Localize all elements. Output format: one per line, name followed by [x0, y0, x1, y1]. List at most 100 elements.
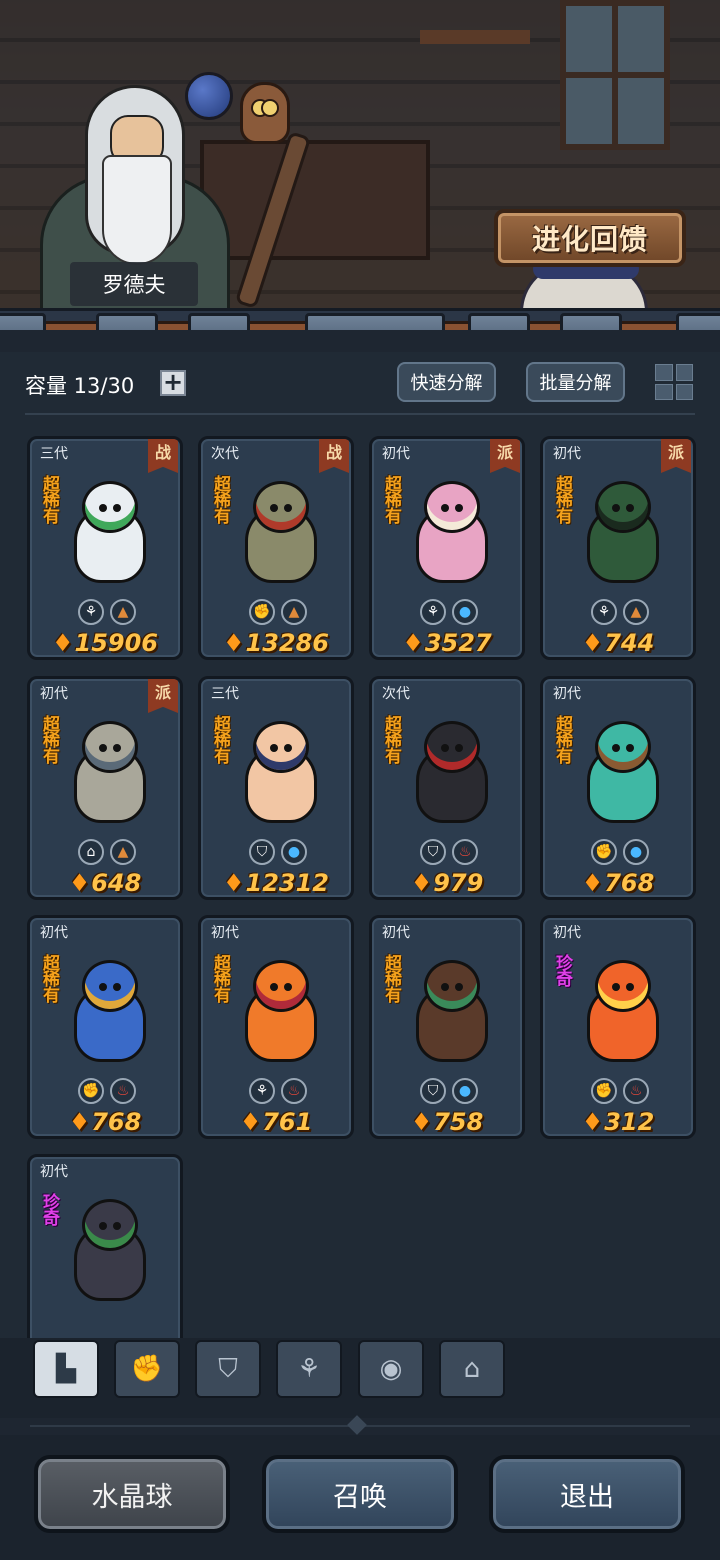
spirit-icon: ◉	[379, 1354, 403, 1384]
power-value: ♦979	[372, 869, 522, 897]
power-flame-icon: ♦	[581, 629, 604, 657]
monster-portrait	[402, 481, 502, 591]
power-number: 761	[262, 1108, 313, 1136]
filter-tab-spirit-icon[interactable]: ◉	[358, 1340, 424, 1398]
earth-icon: ▲	[623, 599, 649, 625]
filter-tab-all-blocks-icon[interactable]: ▙	[33, 1340, 99, 1398]
summon-button[interactable]: 召唤	[262, 1455, 458, 1533]
monster-portrait	[573, 481, 673, 591]
power-value: ♦12312	[201, 869, 351, 897]
monster-portrait	[60, 481, 160, 591]
crystal-ball-button[interactable]: 水晶球	[34, 1455, 230, 1533]
water-icon: ●	[623, 839, 649, 865]
filter-tab-sprout-icon[interactable]: ⚘	[276, 1340, 342, 1398]
trait-icons: ⚘ ▲	[587, 599, 653, 625]
generation-label: 初代	[553, 686, 581, 702]
power-value: ♦3527	[372, 629, 522, 657]
power-number: 979	[433, 869, 484, 897]
power-flame-icon: ♦	[222, 869, 245, 897]
generation-label: 初代	[40, 1164, 68, 1180]
monster-card[interactable]: 三代战超稀有 ⚘ ▲ ♦15906	[27, 436, 183, 660]
monster-inventory-screen: 罗德夫 进化回馈 容量 13/30 + 快速分解 批量分解 三代战超稀有 ⚘ ▲ ♦1…	[0, 0, 720, 1560]
power-value: ♦758	[372, 1108, 522, 1136]
rarity-tag: 超稀有	[210, 954, 230, 1002]
sprout-icon: ⚘	[249, 1078, 275, 1104]
monster-card[interactable]: 初代 超稀有 ⛉ ● ♦758	[369, 915, 525, 1139]
evolution-reward-button[interactable]: 进化回馈	[494, 209, 686, 267]
power-flame-icon: ♦	[68, 869, 91, 897]
monster-card[interactable]: 次代 超稀有 ⛉ ♨ ♦979	[369, 676, 525, 900]
filter-tab-shield-icon[interactable]: ⛉	[195, 1340, 261, 1398]
monster-card[interactable]: 初代 珍奇 ✊ ♨ ♦312	[540, 915, 696, 1139]
monster-portrait	[60, 721, 160, 831]
monster-card[interactable]: 初代 派超稀有 ⚘ ● ♦3527	[369, 436, 525, 660]
power-value: ♦15906	[30, 629, 180, 657]
monster-portrait	[573, 721, 673, 831]
water-icon: ●	[281, 839, 307, 865]
power-number: 648	[91, 869, 142, 897]
earth-icon: ▲	[281, 599, 307, 625]
power-value: ♦768	[30, 1108, 180, 1136]
fist-icon: ✊	[130, 1354, 164, 1384]
evolution-reward-label: 进化回馈	[531, 223, 648, 256]
trait-icons: ⚘ ●	[416, 599, 482, 625]
generation-label: 初代	[553, 446, 581, 462]
power-flame-icon: ♦	[51, 629, 74, 657]
power-number: 3527	[424, 629, 492, 657]
trait-icons: ⛉ ●	[245, 839, 311, 865]
window-illustration	[560, 0, 670, 150]
owl-illustration	[240, 82, 290, 144]
fist-icon: ✊	[249, 599, 275, 625]
trait-icons: ⚘ ♨	[245, 1078, 311, 1104]
monster-card[interactable]: 初代 派超稀有 ⌂ ▲ ♦648	[27, 676, 183, 900]
sprout-icon: ⚘	[297, 1354, 321, 1384]
sprout-icon: ⚘	[78, 599, 104, 625]
power-flame-icon: ♦	[581, 869, 604, 897]
monster-card[interactable]: 次代战超稀有 ✊ ▲ ♦13286	[198, 436, 354, 660]
generation-label: 初代	[382, 446, 410, 462]
power-flame-icon: ♦	[402, 629, 424, 657]
power-value: ♦761	[201, 1108, 351, 1136]
monster-card[interactable]: 三代 超稀有 ⛉ ● ♦12312	[198, 676, 354, 900]
shield-icon: ⛉	[420, 839, 446, 865]
filter-tab-tower-icon[interactable]: ⌂	[439, 1340, 505, 1398]
monster-portrait	[573, 960, 673, 1070]
sprout-icon: ⚘	[420, 599, 446, 625]
shield-icon: ⛉	[420, 1078, 446, 1104]
filter-tab-fist-icon[interactable]: ✊	[114, 1340, 180, 1398]
rarity-tag: 超稀有	[39, 475, 59, 523]
bottom-action-bar: 水晶球 召唤 退出	[0, 1435, 720, 1560]
monster-portrait	[60, 1199, 160, 1309]
fire-icon: ♨	[110, 1078, 136, 1104]
power-flame-icon: ♦	[581, 1108, 604, 1136]
rarity-tag: 超稀有	[210, 475, 230, 523]
monster-card[interactable]: 初代超稀有 ⚘ ♨ ♦761	[198, 915, 354, 1139]
monster-card[interactable]: 初代 超稀有 ✊ ♨ ♦768	[27, 915, 183, 1139]
power-value: ♦648	[30, 869, 180, 897]
tower-icon: ⌂	[78, 839, 104, 865]
trait-icons: ⌂ ▲	[74, 839, 140, 865]
power-number: 768	[604, 869, 655, 897]
power-value: ♦744	[543, 629, 693, 657]
generation-label: 初代	[382, 925, 410, 941]
power-value: ♦768	[543, 869, 693, 897]
monster-card[interactable]: 初代 派超稀有 ⚘ ▲ ♦744	[540, 436, 696, 660]
monster-card[interactable]: 初代 超稀有 ✊ ● ♦768	[540, 676, 696, 900]
exit-button[interactable]: 退出	[489, 1455, 685, 1533]
role-badge: 战	[319, 439, 349, 473]
monster-card[interactable]: 初代 珍奇	[27, 1154, 183, 1338]
power-number: 768	[91, 1108, 142, 1136]
element-filter-tabs: ▙ ✊ ⛉ ⚘ ◉ ⌂	[0, 1338, 720, 1418]
rarity-tag: 珍奇	[39, 1193, 59, 1225]
generation-label: 初代	[211, 925, 239, 941]
power-number: 12312	[245, 869, 330, 897]
role-badge: 派	[148, 679, 178, 713]
power-flame-icon: ♦	[222, 629, 245, 657]
all-blocks-icon: ▙	[56, 1354, 76, 1384]
fire-icon: ♨	[452, 839, 478, 865]
monster-portrait	[231, 481, 331, 591]
fist-icon: ✊	[78, 1078, 104, 1104]
study-room-scene: 罗德夫 进化回馈	[0, 0, 720, 330]
earth-icon: ▲	[110, 599, 136, 625]
rarity-tag: 超稀有	[381, 954, 401, 1002]
